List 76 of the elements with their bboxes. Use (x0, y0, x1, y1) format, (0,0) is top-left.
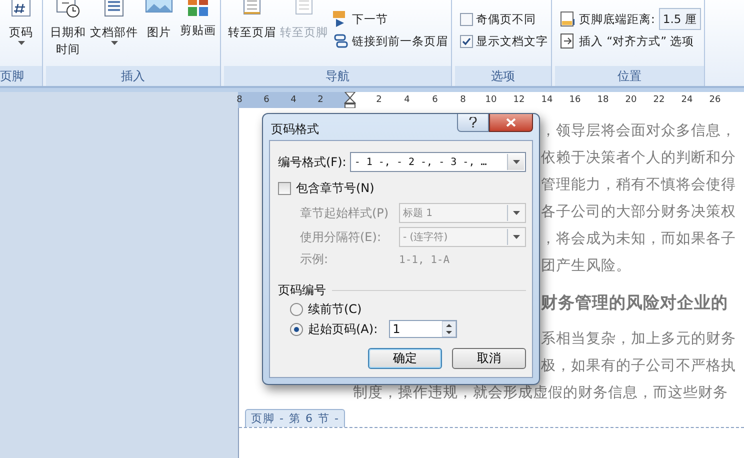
radio-button[interactable] (290, 302, 303, 316)
ruler-number: 4 (403, 94, 411, 107)
close-icon (506, 118, 516, 127)
ruler-number: 6 (262, 94, 270, 107)
field-label: 使用分隔符(E): (300, 228, 382, 246)
document-text-line: ，将会成为未知，而如果各子 (541, 230, 736, 249)
ruler-number: 22 (652, 94, 666, 107)
ribbon-button[interactable]: 页码 (2, 0, 40, 45)
group-label: 选项 (455, 66, 551, 86)
ribbon-button[interactable]: 日期和 时间 (48, 0, 88, 58)
ruler-number: 6 (431, 94, 439, 107)
document-text-line: ，领导层将会面对众多信息， (541, 122, 736, 141)
ruler-number: 24 (680, 94, 694, 107)
group-label: 导航 (224, 66, 451, 86)
ruler-number: 4 (290, 94, 298, 107)
checkbox[interactable] (460, 12, 473, 26)
help-icon (469, 117, 477, 128)
number-format-dropdown[interactable]: - 1 -, - 2 -, - 3 -, … (350, 152, 526, 172)
group-title: 页码编号 (278, 282, 326, 299)
help-button[interactable] (457, 114, 489, 132)
group-label: 位置 (555, 66, 704, 86)
dialog-button[interactable]: 取消 (452, 348, 526, 369)
ruler-number: 10 (484, 94, 498, 107)
ruler-number: 16 (568, 94, 582, 107)
field-label: 页脚底端距离: (579, 12, 655, 26)
align-tab-icon (560, 33, 576, 49)
document-text-line: 依赖于决策者个人的判断和分 (541, 149, 736, 168)
checkbox-label: 显示文档文字 (476, 34, 548, 48)
clipart-icon (188, 0, 208, 16)
group-label: 页脚 (0, 66, 42, 86)
document-text-line: 团产生风险。 (541, 257, 631, 276)
link-icon (333, 33, 349, 49)
field-label: 编号格式(F): (278, 154, 346, 170)
radio-button[interactable] (290, 322, 303, 336)
document-heading: 财务管理的风险对企业的 (541, 292, 728, 314)
field-label: 章节起始样式(P) (300, 204, 390, 222)
spin-arrows-icon (442, 321, 456, 337)
caret-icon (512, 211, 520, 215)
ribbon-button[interactable]: 转至页眉 (226, 0, 278, 41)
field-label: 示例: (300, 251, 330, 268)
ruler-number: 26 (708, 94, 722, 107)
dialog-title: 页码格式 (271, 121, 319, 138)
document-text-line: 系相当复杂，加上多元的财务 (541, 330, 736, 349)
ruler-number: 12 (512, 94, 526, 107)
footer-distance-icon (560, 11, 576, 27)
ribbon-button[interactable]: 链接到前一条页眉 (332, 30, 449, 52)
example-text: 1-1, 1-A (399, 254, 451, 266)
checkbox-label: 包含章节号(N) (296, 180, 374, 197)
ribbon-button[interactable]: 下一节 (332, 8, 449, 30)
checkbox[interactable] (460, 34, 473, 48)
document-text-line: 极，如果有的子公司不严格执 (541, 357, 736, 376)
ruler-number: 8 (459, 94, 467, 107)
document-text-line: 管理能力，稍有不慎将会使得 (541, 176, 736, 195)
ruler-number: 2 (375, 94, 383, 107)
ruler-number: 20 (624, 94, 638, 107)
checkbox[interactable] (278, 182, 291, 195)
distance-field[interactable]: 1.5 厘 (658, 8, 701, 30)
close-button[interactable] (489, 114, 533, 132)
checkbox-label: 奇偶页不同 (476, 12, 536, 26)
radio-label: 续前节(C) (308, 300, 362, 318)
ribbon-button[interactable]: 图片 (140, 0, 178, 41)
ribbon-button[interactable]: 剪贴画 (178, 0, 218, 39)
caret-icon (512, 160, 520, 164)
document-text-line: 制度，操作违规，就会形成虚假的财务信息，而这些财务 (353, 384, 728, 403)
ruler-number: 2 (316, 94, 324, 107)
caret-icon (512, 235, 520, 239)
ruler-number: 14 (540, 94, 554, 107)
dialog-button[interactable]: 确定 (368, 348, 442, 369)
group-label: 插入 (46, 66, 220, 86)
document-text-line: 各子公司的大部分财务决策权 (541, 202, 736, 222)
ribbon-button[interactable]: 插入 “对齐方式” 选项 (559, 30, 702, 52)
radio-label: 起始页码(A): (308, 320, 378, 338)
ruler-number: 8 (236, 94, 244, 107)
ruler-number: 18 (596, 94, 610, 107)
start-number-field[interactable]: 1 (388, 320, 457, 338)
ribbon-button[interactable]: 文档部件 (88, 0, 140, 45)
